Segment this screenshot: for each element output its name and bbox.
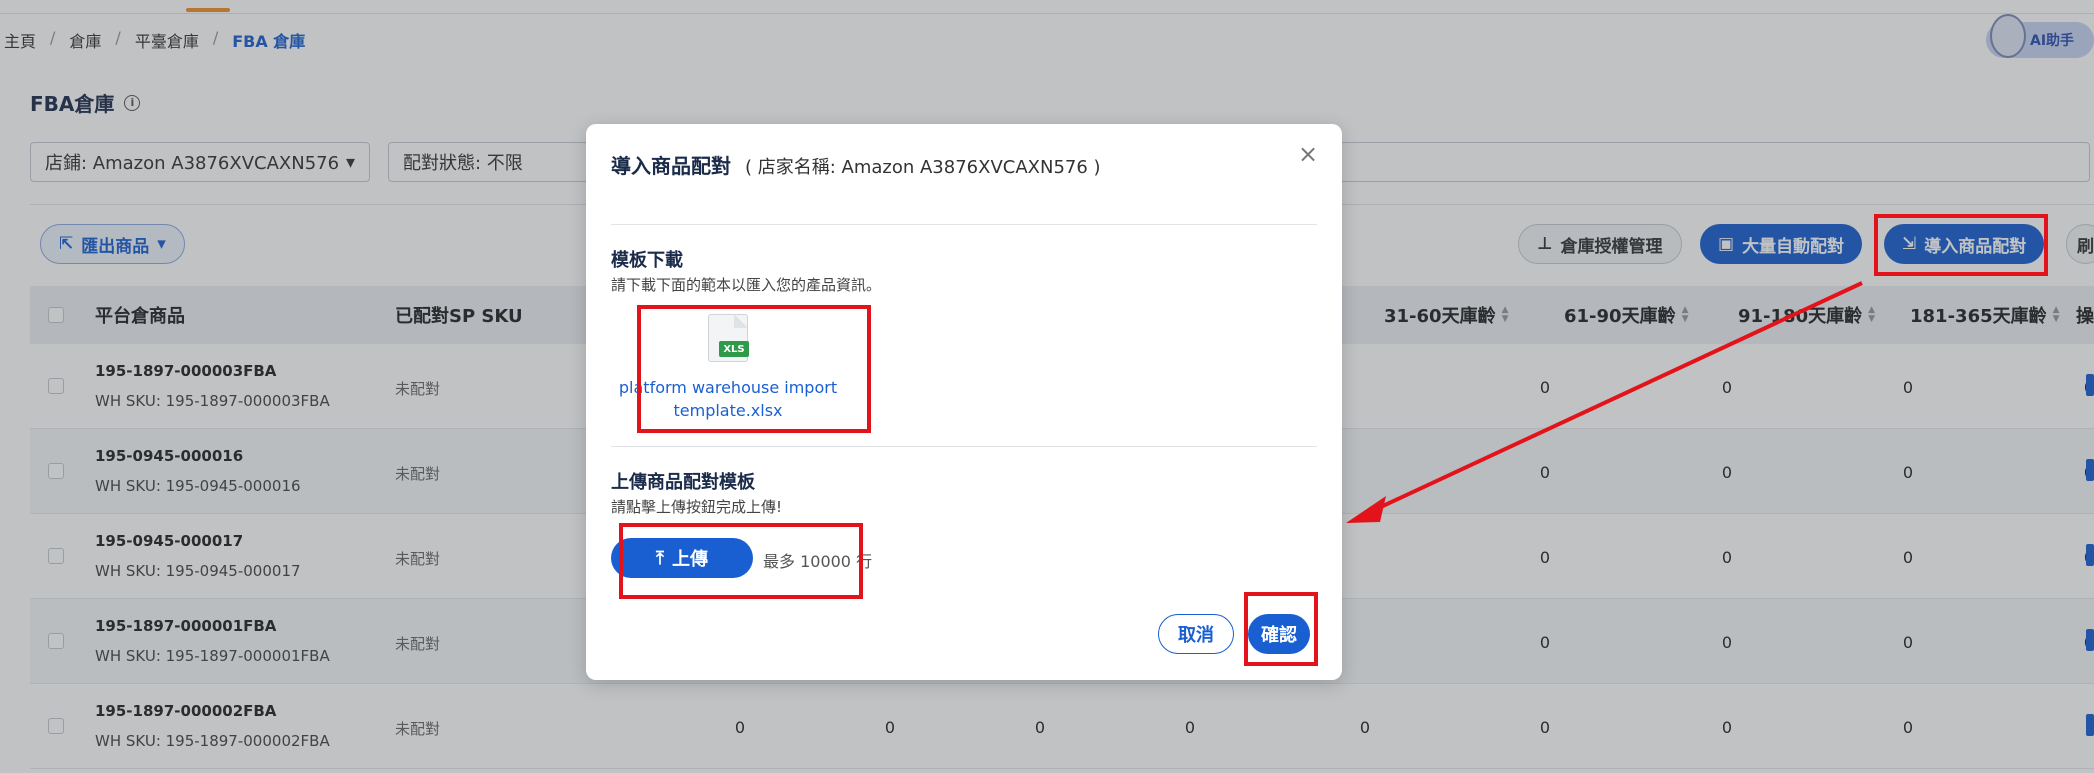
upload-section-title: 上傳商品配對模板 — [611, 472, 755, 493]
annotation-box-confirm — [1244, 592, 1318, 666]
upload-section-desc: 請點擊上傳按鈕完成上傳! — [611, 498, 783, 516]
template-section-desc: 請下載下面的範本以匯入您的產品資訊。 — [611, 276, 882, 294]
cancel-button[interactable]: 取消 — [1158, 614, 1234, 654]
divider — [611, 446, 1317, 447]
dialog-title: 導入商品配對 — [611, 154, 731, 178]
close-icon[interactable]: × — [1296, 142, 1320, 166]
dialog-subtitle: ( 店家名稱: Amazon A3876XVCAXN576 ) — [745, 157, 1101, 178]
dialog-header: 導入商品配對 ( 店家名稱: Amazon A3876XVCAXN576 ) — [611, 150, 1101, 179]
annotation-box-upload — [619, 523, 863, 599]
annotation-box-template-file — [637, 305, 871, 433]
template-section-title: 模板下載 — [611, 250, 683, 271]
annotation-box-import-button — [1874, 214, 2048, 276]
import-match-dialog: 導入商品配對 ( 店家名稱: Amazon A3876XVCAXN576 ) ×… — [586, 124, 1342, 680]
divider — [611, 224, 1317, 225]
